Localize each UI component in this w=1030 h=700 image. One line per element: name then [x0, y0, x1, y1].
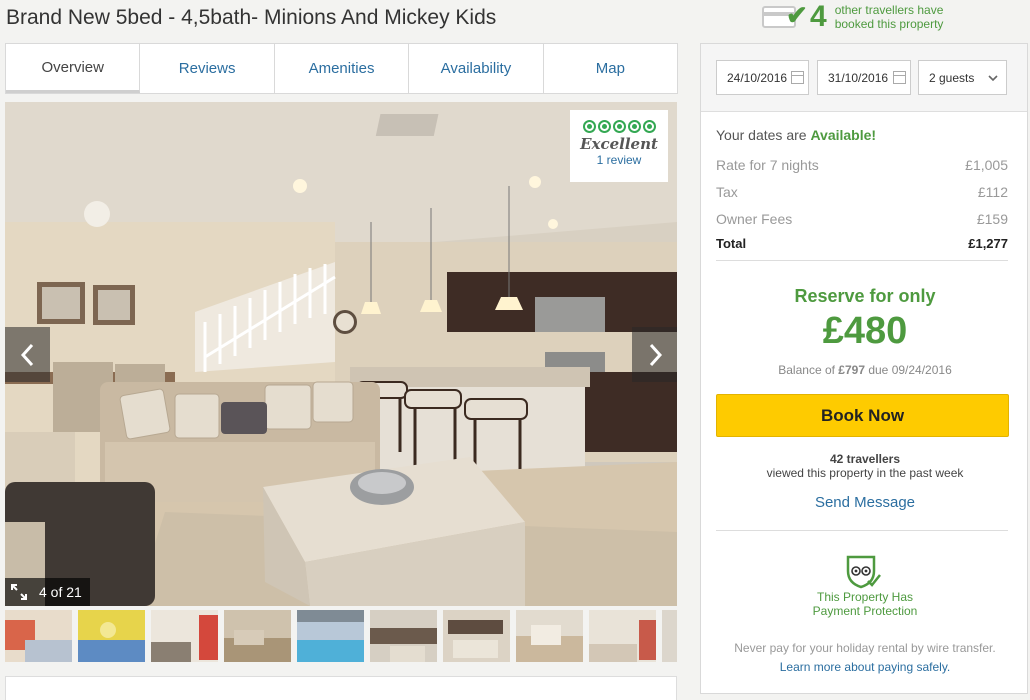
tab-overview[interactable]: Overview: [6, 44, 141, 93]
tab-reviews[interactable]: Reviews: [140, 44, 275, 93]
chevron-left-icon: [20, 343, 33, 366]
tab-amenities[interactable]: Amenities: [275, 44, 410, 93]
price-row: Owner Fees £159: [716, 211, 1008, 227]
expand-icon[interactable]: [5, 578, 33, 606]
price-row: Rate for 7 nights £1,005: [716, 157, 1008, 173]
date-selector: 24/10/2016 31/10/2016 2 guests: [701, 44, 1027, 112]
balance-prefix: Balance of: [778, 363, 839, 377]
thumbnail[interactable]: [662, 610, 677, 662]
rating-label: Excellent: [580, 135, 658, 153]
price-value: £159: [976, 211, 1008, 227]
balance-suffix: due 09/24/2016: [865, 363, 952, 377]
divider: [716, 260, 1008, 261]
protection-line-2: Payment Protection: [812, 604, 918, 618]
page-title: Brand New 5bed - 4,5bath- Minions And Mi…: [6, 6, 497, 29]
photo-counter-text: 4 of 21: [39, 584, 82, 600]
wire-transfer-note: Never pay for your holiday rental by wir…: [734, 641, 996, 655]
chevron-down-icon: [988, 75, 998, 82]
thumbnail-strip: [5, 610, 677, 662]
send-message-link[interactable]: Send Message: [701, 494, 1029, 511]
balance-amount: £797: [838, 363, 865, 377]
viewed-text: viewed this property in the past week: [766, 466, 964, 480]
booked-text: other travellers have booked this proper…: [834, 3, 944, 31]
calendar-icon: [791, 71, 804, 84]
guests-value: 2 guests: [929, 70, 975, 85]
photo-counter: 4 of 21: [5, 578, 90, 606]
thumbnail[interactable]: [151, 610, 218, 662]
checkout-value: 31/10/2016: [828, 70, 889, 85]
thumbnail[interactable]: [297, 610, 364, 662]
rating-badge: Excellent 1 review: [570, 110, 668, 182]
total-row: Total £1,277: [716, 236, 1008, 251]
thumbnail[interactable]: [589, 610, 656, 662]
availability-prefix: Your dates are: [716, 127, 811, 143]
tab-availability[interactable]: Availability: [409, 44, 544, 93]
thumbnail[interactable]: [5, 610, 72, 662]
booked-notice: ✔ 4 other travellers have booked this pr…: [762, 2, 965, 32]
photo-gallery: Excellent 1 review 4 of 21: [5, 102, 677, 606]
checkin-value: 24/10/2016: [727, 70, 788, 85]
chevron-right-icon: [649, 343, 662, 366]
prev-photo-button[interactable]: [5, 327, 50, 382]
booked-count: 4: [810, 0, 827, 33]
thumbnail[interactable]: [78, 610, 145, 662]
price-label: Tax: [716, 184, 738, 200]
credit-card-icon: ✔: [762, 2, 808, 30]
protection-line-1: This Property Has: [816, 590, 914, 604]
viewed-count: 42 travellers: [829, 452, 901, 466]
availability-text: Your dates are Available!: [716, 127, 876, 143]
price-row: Tax £112: [716, 184, 1008, 200]
checkin-field[interactable]: 24/10/2016: [716, 60, 809, 95]
thumbnail[interactable]: [516, 610, 583, 662]
total-label: Total: [716, 236, 747, 251]
thumbnail[interactable]: [443, 610, 510, 662]
thumbnail[interactable]: [224, 610, 291, 662]
book-now-button[interactable]: Book Now: [716, 394, 1009, 437]
total-value: £1,277: [968, 236, 1008, 251]
price-value: £112: [977, 184, 1008, 200]
check-icon: ✔: [786, 0, 808, 30]
learn-more-link[interactable]: Learn more about paying safely.: [701, 660, 1029, 674]
next-photo-button[interactable]: [632, 327, 677, 382]
divider: [716, 530, 1008, 531]
availability-status: Available!: [810, 127, 877, 143]
reserve-text: Reserve for only: [794, 286, 936, 306]
price-value: £1,005: [965, 157, 1008, 173]
calendar-icon: [893, 71, 906, 84]
thumbnail[interactable]: [370, 610, 437, 662]
tab-map[interactable]: Map: [544, 44, 677, 93]
tab-bar: Overview Reviews Amenities Availability …: [5, 43, 678, 94]
reviews-link[interactable]: 1 review: [570, 153, 668, 167]
rating-bubble-icon: [570, 120, 668, 133]
booking-panel: 24/10/2016 31/10/2016 2 guests Your date…: [700, 43, 1028, 694]
shield-icon: [846, 555, 881, 589]
balance-text: Balance of £797 due 09/24/2016: [701, 363, 1029, 377]
checkout-field[interactable]: 31/10/2016: [817, 60, 911, 95]
reserve-amount: £480: [822, 310, 908, 352]
overview-section: [5, 676, 677, 700]
guests-select[interactable]: 2 guests: [918, 60, 1007, 95]
price-label: Owner Fees: [716, 211, 793, 227]
price-label: Rate for 7 nights: [716, 157, 819, 173]
